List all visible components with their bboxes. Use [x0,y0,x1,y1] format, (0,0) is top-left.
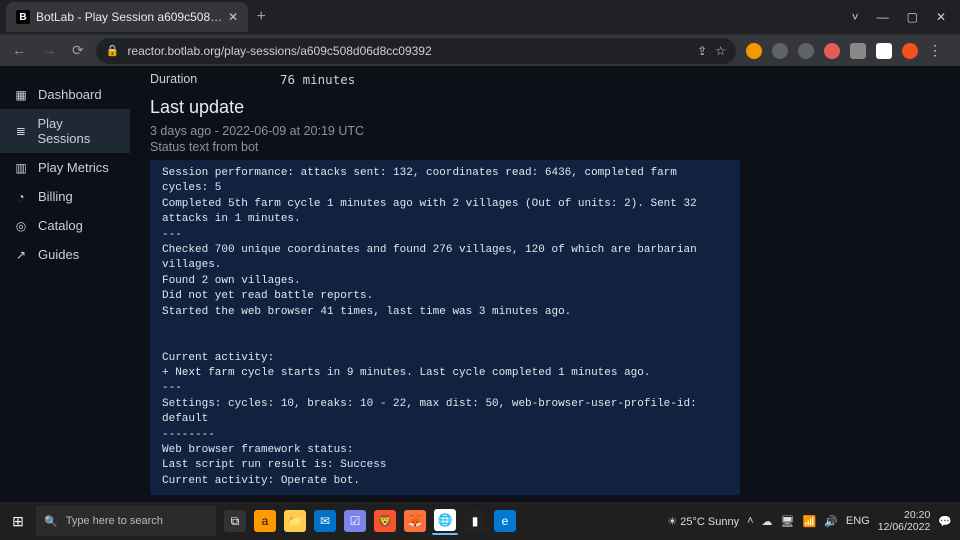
back-icon[interactable]: ← [12,42,26,59]
sidebar-item-catalog[interactable]: ◎Catalog [0,211,130,240]
browser-tab-active[interactable]: B BotLab - Play Session a609c508… ✕ [6,2,248,32]
dashboard-icon: ▦ [14,88,28,102]
favicon: B [16,10,30,24]
extension-icon[interactable] [746,43,762,59]
taskbar-app[interactable]: 📁 [282,507,308,535]
duration-label: Duration [150,72,280,87]
extension-icon[interactable] [824,43,840,59]
taskbar-app[interactable]: ▮ [462,507,488,535]
sidebar-item-play-sessions[interactable]: ≣Play Sessions [0,109,130,153]
task-view-icon[interactable]: ⧉ [222,507,248,535]
status-text-content: Session performance: attacks sent: 132, … [162,166,728,489]
taskbar-app[interactable]: ✉ [312,507,338,535]
forward-icon[interactable]: → [42,42,56,59]
guides-icon: ↗ [14,248,28,262]
url-text: reactor.botlab.org/play-sessions/a609c50… [127,44,431,58]
taskbar-clock[interactable]: 20:20 12/06/2022 [878,509,931,533]
status-text-box: Session performance: attacks sent: 132, … [150,160,740,495]
last-update-heading: Last update [150,97,946,118]
chart-icon: ▥ [14,161,28,175]
address-bar[interactable]: 🔒 reactor.botlab.org/play-sessions/a609c… [96,38,736,64]
search-placeholder: Type here to search [66,515,163,527]
kebab-menu-icon[interactable]: ⋮ [928,42,950,59]
reload-icon[interactable]: ⟳ [72,42,84,59]
star-icon[interactable]: ☆ [715,44,726,58]
status-text-label: Status text from bot [144,140,946,158]
taskbar-app[interactable]: 🦊 [402,507,428,535]
sidebar-item-guides[interactable]: ↗Guides [0,240,130,269]
browser-tabbar: B BotLab - Play Session a609c508… ✕ + ˅ … [0,0,960,34]
notifications-icon[interactable]: 💬 [938,515,952,528]
sidebar: ▦Dashboard≣Play Sessions▥Play Metrics◔Bi… [0,66,130,502]
list-icon: ≣ [14,124,27,138]
extension-icon[interactable] [850,43,866,59]
wifi-icon[interactable]: 📶 [802,515,816,528]
browser-toolbar: ← → ⟳ 🔒 reactor.botlab.org/play-sessions… [0,34,960,66]
sidebar-item-billing[interactable]: ◔Billing [0,182,130,211]
lock-icon: 🔒 [106,44,120,57]
new-tab-button[interactable]: + [248,8,274,26]
chevron-down-icon[interactable]: ˅ [852,10,859,24]
minimize-icon[interactable]: — [877,10,889,24]
weather-widget[interactable]: ☀ 25°C Sunny [667,515,739,528]
extensions-puzzle-icon[interactable] [876,43,892,59]
maximize-icon[interactable]: ▢ [907,10,918,24]
extension-icon[interactable] [772,43,788,59]
duration-value: 76 minutes [280,72,355,87]
close-window-icon[interactable]: ✕ [936,10,946,24]
taskbar-app[interactable]: 🦁 [372,507,398,535]
tray-chevron-icon[interactable]: ˄ [747,515,753,527]
windows-taskbar: ⊞ 🔍 Type here to search ⧉ a 📁 ✉ ☑ 🦁 🦊 🌐 … [0,502,960,540]
search-icon: 🔍 [44,515,58,528]
share-icon[interactable]: ⇪ [697,44,707,58]
extension-icon[interactable] [798,43,814,59]
language-indicator[interactable]: ENG [846,515,870,527]
taskbar-search[interactable]: 🔍 Type here to search [36,506,216,536]
main-content: Duration 76 minutes Last update 3 days a… [130,66,960,502]
close-tab-icon[interactable]: ✕ [228,10,238,24]
volume-icon[interactable]: 🔊 [824,515,838,528]
taskbar-app-chrome[interactable]: 🌐 [432,507,458,535]
tray-icon[interactable]: ☁ [762,515,773,528]
taskbar-app[interactable]: e [492,507,518,535]
sidebar-item-dashboard[interactable]: ▦Dashboard [0,80,130,109]
profile-avatar[interactable] [902,43,918,59]
tray-icon[interactable]: 🖥 [781,515,795,528]
sidebar-item-play-metrics[interactable]: ▥Play Metrics [0,153,130,182]
tab-title: BotLab - Play Session a609c508… [36,10,222,24]
taskbar-app[interactable]: a [252,507,278,535]
taskbar-app[interactable]: ☑ [342,507,368,535]
catalog-icon: ◎ [14,219,28,233]
start-button[interactable]: ⊞ [0,513,36,530]
billing-icon: ◔ [14,190,28,204]
last-update-time: 3 days ago - 2022-06-09 at 20:19 UTC [144,122,946,140]
